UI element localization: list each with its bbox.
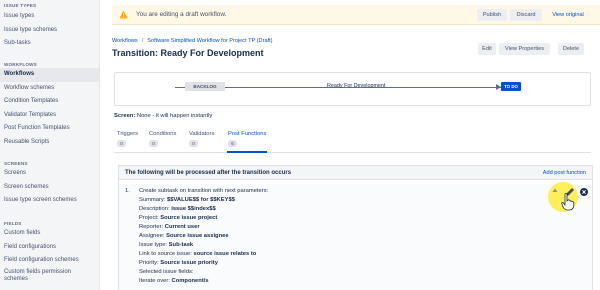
sidebar-item-custom-fields-permission-schemes[interactable]: Custom fields permission schemes — [0, 268, 99, 284]
screen-value: None - it will happen instantly — [136, 113, 213, 119]
post-functions-panel: The following will be processed after th… — [118, 165, 593, 290]
transition-diagram: BACKLOG Ready For Development TO DO — [114, 72, 591, 106]
screen-label: Screen: — [114, 113, 136, 119]
tabs-divider — [114, 152, 591, 153]
breadcrumb: Workflows / Software Simplified Workflow f… — [112, 38, 273, 44]
sidebar-item-label: schemes — [4, 275, 29, 282]
status-to-do: TO DO — [501, 82, 521, 91]
sidebar-item-screen-schemes[interactable]: Screen schemes — [0, 181, 99, 195]
param-assignee: Assignee: Source issue assignee — [139, 233, 229, 239]
param-issue-type: Issue type: Sub-task — [139, 242, 193, 248]
tab-label: Post Functions — [228, 131, 267, 137]
post-function-number: 1. — [125, 188, 130, 194]
param-iterate-over: Iterate over: Component/s — [139, 278, 209, 284]
param-value: Source issue priority — [160, 260, 218, 266]
param-description: Description: issue $$index$$ — [139, 206, 216, 212]
draft-message: You are editing a draft workflow. — [136, 11, 227, 18]
tab-count: 0 — [189, 140, 198, 147]
param-link: Link to source issue: source issue relat… — [139, 251, 256, 257]
view-properties-button[interactable]: View Properties — [499, 43, 550, 55]
tab-count: 0 — [117, 140, 126, 147]
sidebar-item-condition-templates[interactable]: Condition Templates — [0, 95, 99, 109]
status-backlog: BACKLOG — [185, 82, 225, 91]
sidebar-item-screens[interactable]: Screens — [0, 167, 99, 181]
publish-button[interactable]: Publish — [477, 9, 507, 21]
sidebar-section-screens: SCREENS — [4, 161, 28, 166]
sidebar-section-fields: FIELDS — [4, 221, 22, 226]
sidebar-item-workflow-schemes[interactable]: Workflow schemes — [0, 82, 99, 96]
sidebar-item-sub-tasks[interactable]: Sub-tasks — [0, 37, 99, 51]
sidebar-section-workflows: WORKFLOWS — [4, 62, 37, 67]
tab-triggers[interactable]: Triggers 0 — [117, 131, 138, 147]
draft-banner: You are editing a draft workflow. Publis… — [112, 5, 600, 25]
param-value: Component/s — [171, 278, 209, 284]
breadcrumb-workflows-link[interactable]: Workflows — [112, 38, 138, 44]
post-function-item: 1. Create subtask on transition with nex… — [119, 184, 592, 290]
param-label: Iterate over: — [139, 278, 172, 284]
add-post-function-link[interactable]: Add post function — [543, 170, 586, 176]
param-reporter: Reporter: Current user — [139, 224, 200, 230]
hand-cursor-icon — [561, 193, 575, 211]
sidebar-item-label: Custom fields permission — [4, 268, 72, 275]
param-value: issue $$index$$ — [171, 206, 216, 212]
arrow-up-icon[interactable] — [552, 188, 558, 194]
tab-count: 0 — [149, 140, 158, 147]
sidebar-item-issue-type-screen-schemes[interactable]: Issue type screen schemes — [0, 194, 99, 208]
param-label: Project: — [139, 215, 161, 221]
tab-validators[interactable]: Validators 0 — [189, 131, 214, 147]
param-value: source issue relates to — [193, 251, 257, 257]
param-priority: Priority: Source issue priority — [139, 260, 218, 266]
param-label: Priority: — [139, 260, 161, 266]
transition-label: Ready For Development — [327, 83, 386, 89]
post-functions-heading: The following will be processed after th… — [125, 170, 292, 176]
post-functions-header: The following will be processed after th… — [119, 166, 592, 180]
param-project: Project: Source issue project — [139, 215, 217, 221]
param-value: Source issue assignee — [166, 233, 229, 239]
sidebar-item-post-function-templates[interactable]: Post Function Templates — [0, 122, 99, 136]
param-selected-fields: Selected issue fields: — [139, 269, 193, 275]
sidebar-item-workflows[interactable]: Workflows — [0, 68, 99, 82]
delete-button[interactable]: Delete — [558, 43, 584, 55]
delete-icon[interactable] — [580, 188, 588, 196]
breadcrumb-separator: / — [141, 38, 144, 44]
sidebar-item-field-configuration-schemes[interactable]: Field configuration schemes — [0, 254, 99, 268]
active-tab-indicator — [227, 151, 267, 153]
param-label: Assignee: — [139, 233, 167, 239]
tab-count: 6 — [228, 140, 237, 147]
tab-label: Conditions — [149, 131, 177, 137]
edit-button[interactable]: Edit — [478, 43, 496, 55]
param-label: Issue type: — [139, 242, 169, 248]
param-label: Summary: — [139, 197, 168, 203]
sidebar-item-field-configurations[interactable]: Field configurations — [0, 241, 99, 255]
param-label: Link to source issue: — [139, 251, 194, 257]
tab-conditions[interactable]: Conditions 0 — [149, 131, 176, 147]
close-icon — [582, 190, 586, 194]
sidebar-item-issue-types[interactable]: Issue types — [0, 10, 99, 24]
param-label: Reporter: — [139, 224, 165, 230]
param-value: $$VALUE$$ for $$KEY$$ — [167, 197, 235, 203]
screen-info: Screen: None - it will happen instantly — [114, 113, 212, 119]
sidebar-item-custom-fields[interactable]: Custom fields — [0, 227, 99, 241]
param-label: Description: — [139, 206, 172, 212]
tab-label: Validators — [189, 131, 215, 137]
sidebar-section-issue-types: ISSUE TYPES — [4, 3, 37, 8]
tab-post-functions[interactable]: Post Functions 6 — [228, 131, 266, 147]
page-title: Transition: Ready For Development — [112, 48, 264, 58]
warning-icon — [119, 10, 128, 19]
param-value: Sub-task — [168, 242, 194, 248]
param-value: Current user — [164, 224, 200, 230]
param-summary: Summary: $$VALUE$$ for $$KEY$$ — [139, 197, 235, 203]
sidebar: ISSUE TYPES Issue types Issue type schem… — [0, 0, 100, 290]
view-original-link[interactable]: View original — [545, 9, 591, 21]
sidebar-item-reusable-scripts[interactable]: Reusable Scripts — [0, 136, 99, 150]
breadcrumb-workflow-link[interactable]: Software Simplified Workflow for Project… — [147, 38, 272, 44]
post-function-description: Create subtask on transition with next p… — [139, 188, 269, 194]
sidebar-item-validator-templates[interactable]: Validator Templates — [0, 109, 99, 123]
sidebar-item-issue-type-schemes[interactable]: Issue type schemes — [0, 24, 99, 38]
tab-label: Triggers — [117, 131, 139, 137]
param-value: Source issue project — [160, 215, 218, 221]
param-label: Selected issue fields: — [139, 269, 194, 275]
discard-button[interactable]: Discard — [510, 9, 542, 21]
